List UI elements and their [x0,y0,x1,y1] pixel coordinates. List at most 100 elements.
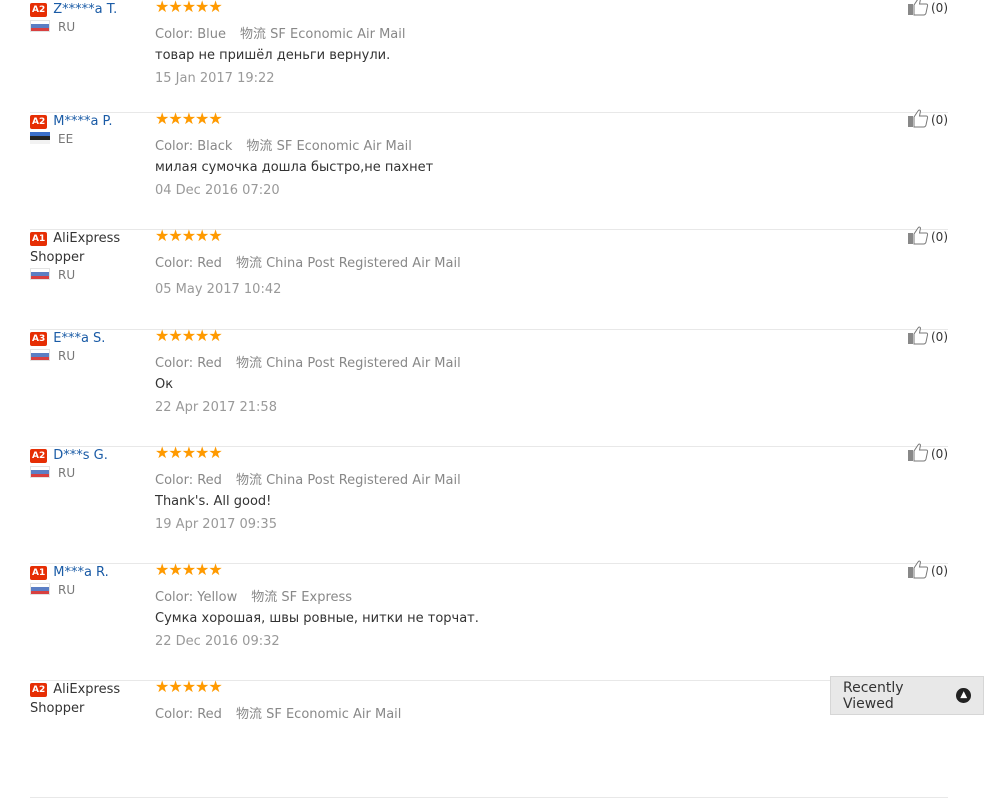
review-item: A2 Z*****a T. RU ★★★★★ Color: Blue 物流 SF Econ… [30,0,948,113]
color-label: Color: [155,590,194,605]
helpful-button[interactable]: (0) [907,442,948,465]
color-value: Blue [197,27,227,42]
country-code: EE [58,132,74,146]
review-attributes: Color: Black 物流 SF Economic Air Mail [155,135,412,154]
country-flag-icon [30,466,50,478]
shipping-label: 物流 [235,356,262,371]
shipping-method: SF Economic Air Mail [270,27,406,42]
star-rating: ★★★★★ [155,226,223,245]
shipping-method: SF Express [281,590,353,605]
reviewer-country: RU [30,348,75,364]
shipping-label: 物流 [246,139,273,154]
color-value: Black [197,139,233,154]
helpful-button[interactable]: (0) [907,108,948,131]
chevron-up-icon: ▲ [956,688,971,703]
helpful-button[interactable]: (0) [907,325,948,348]
reviewer-name[interactable]: D***s G. [53,448,108,463]
helpful-button[interactable]: (0) [907,225,948,248]
review-attributes: Color: Red 物流 SF Economic Air Mail [155,703,401,722]
reviewer-name[interactable]: M***a R. [53,565,109,580]
reviewer-info: A2 AliExpress Shopper [30,680,142,718]
buyer-level-badge: A3 [30,332,48,346]
reviewer-name-line: A3 E***a S. [30,329,142,348]
color-value: Red [197,356,222,371]
star-rating: ★★★★★ [155,443,223,462]
review-text: товар не пришёл деньги вернули. [155,48,391,63]
review-text: Сумка хорошая, швы ровные, нитки не торч… [155,611,479,626]
color-label: Color: [155,356,194,371]
reviewer-info: A1 M***a R. RU [30,563,142,597]
reviewer-name-line: A1 AliExpress Shopper [30,229,142,267]
country-flag-icon [30,268,50,280]
helpful-count: (0) [931,0,948,15]
helpful-count: (0) [931,229,948,244]
buyer-level-badge: A1 [30,232,48,246]
helpful-count: (0) [931,563,948,578]
color-label: Color: [155,473,194,488]
reviewer-name-line: A2 Z*****a T. [30,0,142,19]
review-item: A1 AliExpress Shopper RU ★★★★★ Color: Red 物流 … [30,226,948,330]
review-attributes: Color: Blue 物流 SF Economic Air Mail [155,23,406,42]
buyer-level-badge: A2 [30,3,48,17]
shipping-method: China Post Registered Air Mail [266,356,461,371]
buyer-level-badge: A1 [30,566,48,580]
review-date: 22 Dec 2016 09:32 [155,634,280,649]
review-date: 22 Apr 2017 21:58 [155,400,277,415]
country-flag-icon [30,132,50,144]
color-label: Color: [155,256,194,271]
reviewer-info: A3 E***a S. RU [30,329,142,363]
color-label: Color: [155,27,194,42]
reviewer-info: A1 AliExpress Shopper RU [30,229,142,282]
country-code: RU [58,466,76,480]
star-rating: ★★★★★ [155,109,223,128]
reviewer-info: A2 Z*****a T. RU [30,0,142,34]
shipping-label: 物流 [240,27,267,42]
recently-viewed-button[interactable]: Recently Viewed ▲ [830,676,984,715]
helpful-button[interactable]: (0) [907,0,948,19]
reviewer-name[interactable]: Z*****a T. [53,2,117,17]
country-code: RU [58,20,76,34]
shipping-label: 物流 [251,590,278,605]
helpful-count: (0) [931,329,948,344]
star-rating: ★★★★★ [155,326,223,345]
country-code: RU [58,349,76,363]
star-rating: ★★★★★ [155,677,223,696]
country-flag-icon [30,20,50,32]
color-value: Yellow [197,590,238,605]
reviewer-info: A2 M****a P. EE [30,112,142,146]
reviewer-country: EE [30,131,73,147]
thumbs-up-icon [907,559,931,582]
review-date: 19 Apr 2017 09:35 [155,517,277,532]
reviewer-name[interactable]: E***a S. [53,331,105,346]
review-item: A2 D***s G. RU ★★★★★ Color: Red 物流 China Post… [30,443,948,564]
review-text: милая сумочка дошла быстро,не пахнет [155,160,434,175]
country-code: RU [58,583,76,597]
thumbs-up-icon [907,225,931,248]
recently-viewed-label: Recently Viewed [843,679,904,712]
thumbs-up-icon [907,0,931,19]
reviewer-name-line: A2 AliExpress Shopper [30,680,142,718]
buyer-level-badge: A2 [30,115,48,129]
color-label: Color: [155,139,194,154]
review-text: Ок [155,377,174,392]
star-rating: ★★★★★ [155,560,223,579]
country-flag-icon [30,349,50,361]
review-item: A2 AliExpress Shopper ★★★★★ Color: Red 物流 SF… [30,677,948,798]
review-attributes: Color: Red 物流 China Post Registered Air M… [155,469,461,488]
buyer-level-badge: A2 [30,449,48,463]
shipping-method: China Post Registered Air Mail [266,256,461,271]
reviewer-name[interactable]: M****a P. [53,114,112,129]
reviewer-info: A2 D***s G. RU [30,446,142,480]
shipping-label: 物流 [235,473,262,488]
country-code: RU [58,268,76,282]
reviewer-country: RU [30,267,75,283]
review-date: 04 Dec 2016 07:20 [155,183,280,198]
shipping-method: China Post Registered Air Mail [266,473,461,488]
review-item: A3 E***a S. RU ★★★★★ Color: Red 物流 China Post… [30,326,948,447]
review-attributes: Color: Red 物流 China Post Registered Air M… [155,252,461,271]
review-item: A2 M****a P. EE ★★★★★ Color: Black 物流 SF Econ… [30,109,948,230]
helpful-button[interactable]: (0) [907,559,948,582]
buyer-level-badge: A2 [30,683,48,697]
reviewer-country: RU [30,465,75,481]
review-item: A1 M***a R. RU ★★★★★ Color: Yellow 物流 SF Expr… [30,560,948,681]
